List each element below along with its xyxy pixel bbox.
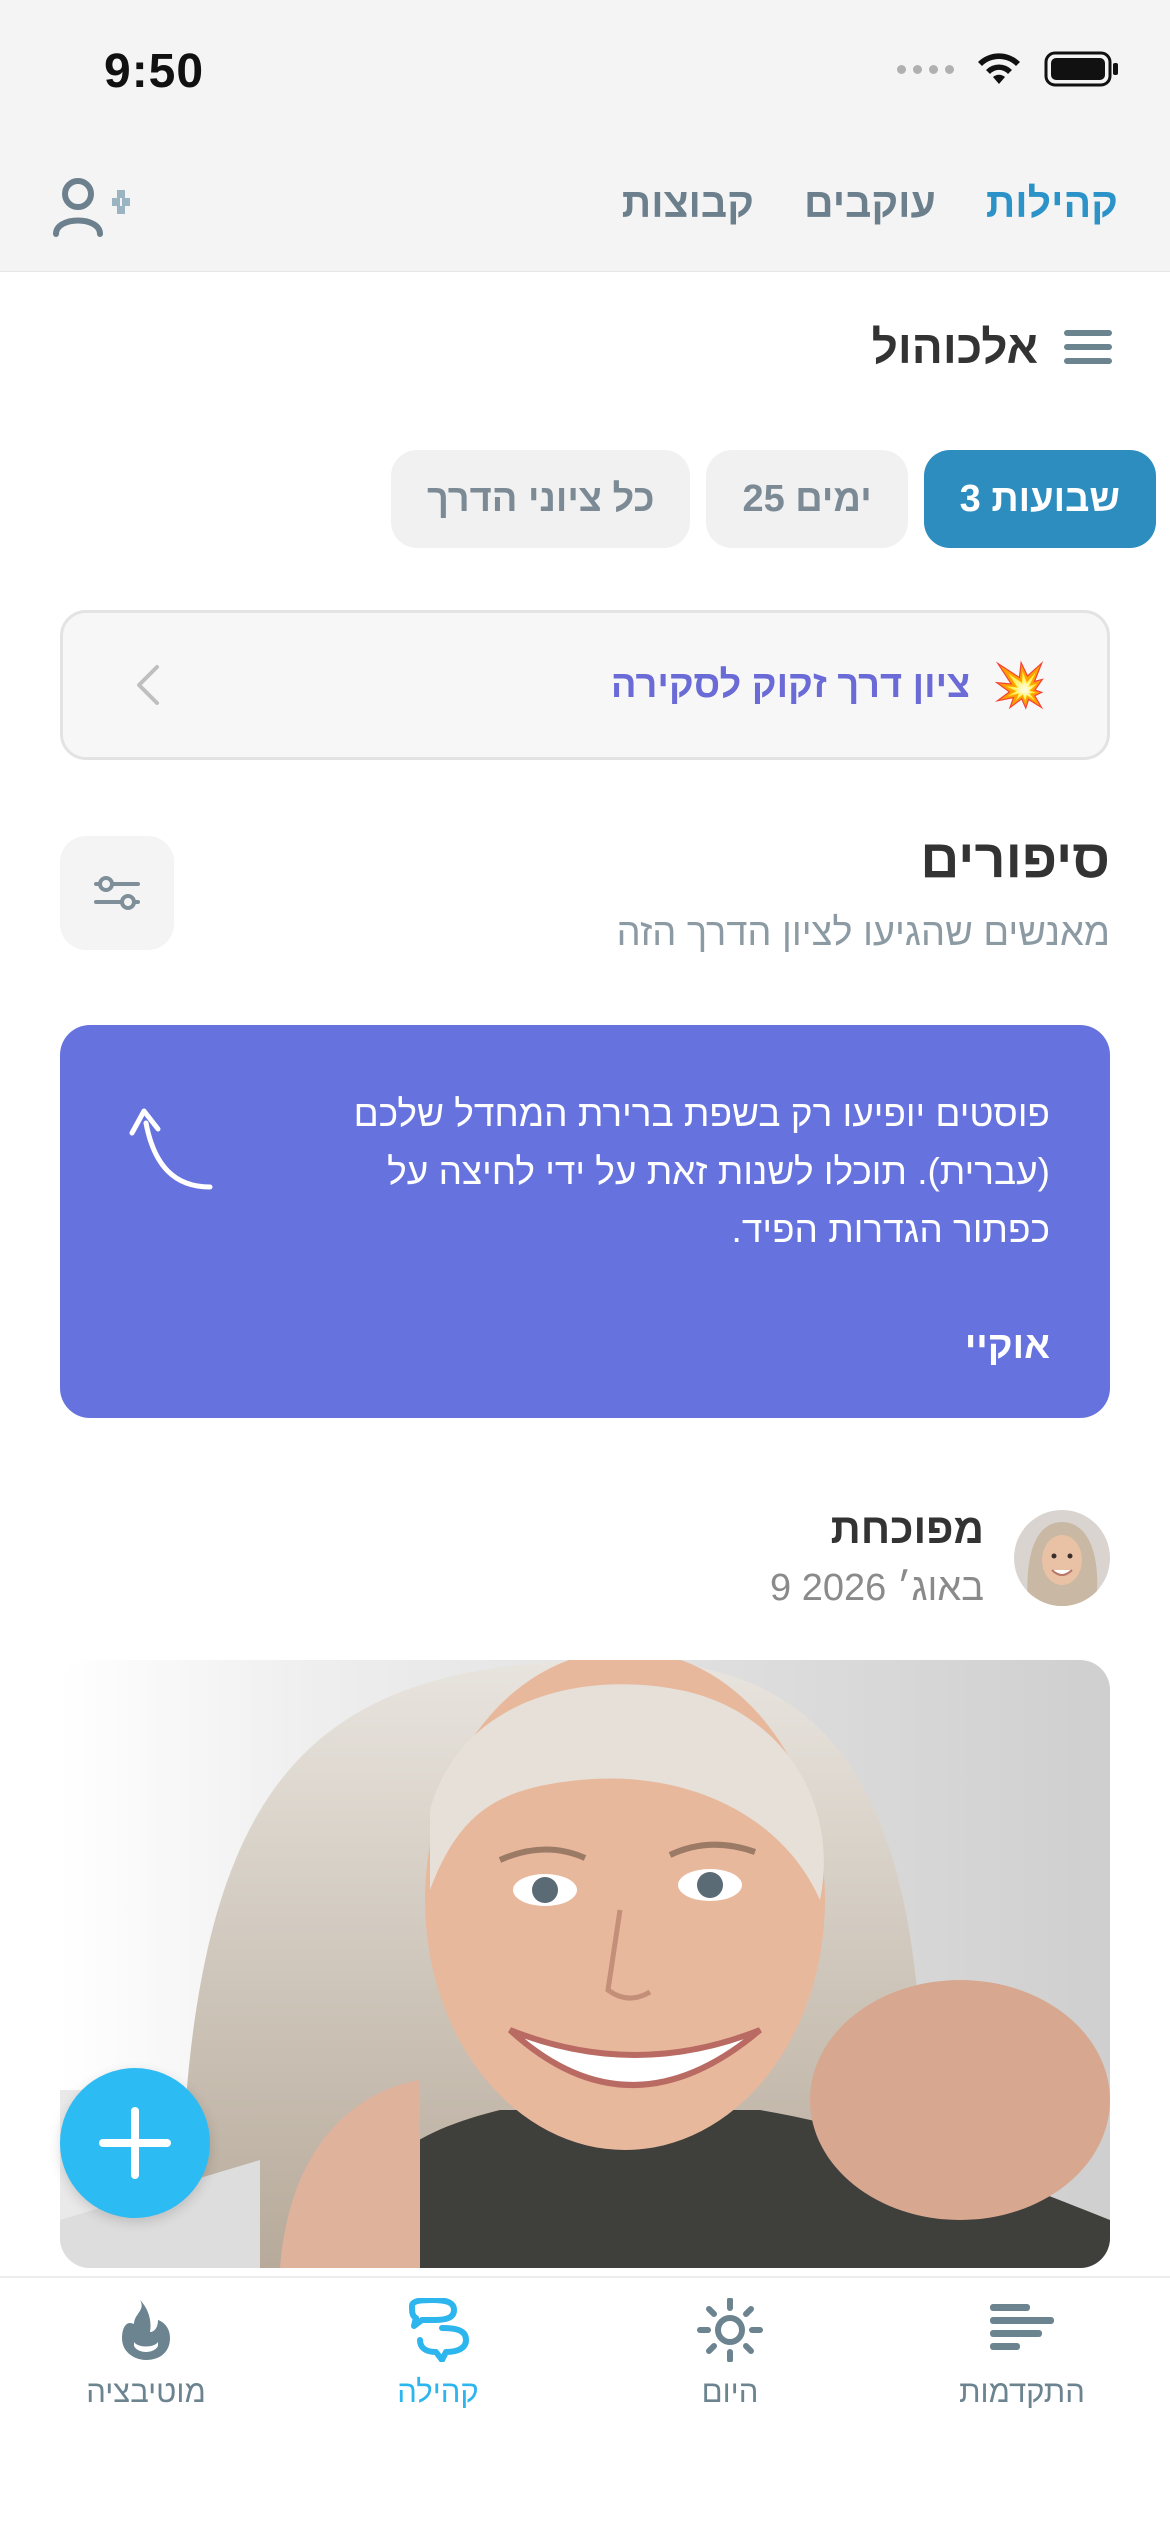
status-icons xyxy=(897,50,1120,88)
tabbar-label-motivation: מוטיבציה xyxy=(86,2374,206,2409)
info-card-text: פוסטים יופיעו רק בשפת ברירת המחדל שלכם (… xyxy=(353,1093,1050,1250)
add-friend-button[interactable] xyxy=(52,172,148,244)
post-meta: מפוכחת 9 באוג׳ 2026 xyxy=(770,1505,984,1610)
tabbar-today[interactable]: היום xyxy=(620,2298,840,2410)
curved-arrow-icon xyxy=(129,1108,213,1190)
sun-icon xyxy=(697,2298,763,2362)
post-date: 9 באוג׳ 2026 xyxy=(770,1567,984,1609)
tabbar-label-today: היום xyxy=(701,2374,759,2409)
post-photo[interactable] xyxy=(60,1660,1110,2268)
add-post-button[interactable] xyxy=(60,2068,210,2218)
wifi-icon xyxy=(978,53,1020,84)
explosion-icon: 💥 xyxy=(992,661,1047,710)
tab-communities[interactable]: קהילות xyxy=(986,180,1118,227)
tabbar-label-progress: התקדמות xyxy=(959,2374,1085,2409)
status-time: 9:50 xyxy=(104,45,205,98)
chip-3-weeks[interactable]: 3 שבועות xyxy=(923,450,1156,548)
milestone-chips: 3 שבועות 25 ימים כל ציוני הדרך xyxy=(390,450,1156,548)
flame-icon xyxy=(122,2300,170,2360)
tab-followers[interactable]: עוקבים xyxy=(804,180,936,227)
feed-language-info-card: פוסטים יופיעו רק בשפת ברירת המחדל שלכם (… xyxy=(60,1025,1110,1418)
post-header: מפוכחת 9 באוג׳ 2026 xyxy=(770,1505,1110,1610)
chevron-left-icon xyxy=(137,665,159,705)
milestone-review-text: ציון דרך זקוק לסקירה xyxy=(610,663,971,706)
chip-25-days[interactable]: 25 ימים xyxy=(706,450,908,548)
cellular-signal-icon xyxy=(897,64,954,74)
stories-subtitle: מאנשים שהגיעו לציון הדרך הזה xyxy=(616,912,1110,954)
post-author-name[interactable]: מפוכחת xyxy=(770,1505,984,1553)
tabbar-label-community: קהילה xyxy=(397,2374,479,2409)
sliders-icon xyxy=(94,876,140,910)
addiction-title: אלכוהול xyxy=(871,321,1038,373)
top-navigation-area: 9:50 קהילות עוקבים קבוצות xyxy=(0,0,1170,272)
battery-icon xyxy=(1044,51,1118,87)
addiction-selector[interactable]: אלכוהול xyxy=(872,320,1114,374)
progress-bars-icon xyxy=(990,2304,1054,2350)
milestone-review-banner[interactable]: 💥 ציון דרך זקוק לסקירה xyxy=(60,610,1110,760)
hamburger-icon xyxy=(1064,330,1112,364)
tabbar-community[interactable]: קהילה xyxy=(328,2298,548,2410)
bottom-tab-bar: התקדמות היום קהילה מוטיבציה xyxy=(0,2276,1170,2532)
avatar[interactable] xyxy=(1014,1509,1110,1606)
tab-groups[interactable]: קבוצות xyxy=(622,180,754,227)
tabbar-progress[interactable]: התקדמות xyxy=(912,2298,1132,2410)
community-tabs: קהילות עוקבים קבוצות xyxy=(622,180,1118,227)
person-add-icon xyxy=(53,178,130,237)
ok-button[interactable]: אוקיי xyxy=(965,1325,1050,1368)
tabbar-motivation[interactable]: מוטיבציה xyxy=(36,2298,256,2410)
chat-bubbles-icon xyxy=(409,2298,469,2362)
plus-icon xyxy=(99,2107,171,2179)
feed-settings-button[interactable] xyxy=(60,836,174,950)
chip-all-milestones[interactable]: כל ציוני הדרך xyxy=(390,450,691,548)
stories-title: סיפורים xyxy=(920,829,1110,889)
